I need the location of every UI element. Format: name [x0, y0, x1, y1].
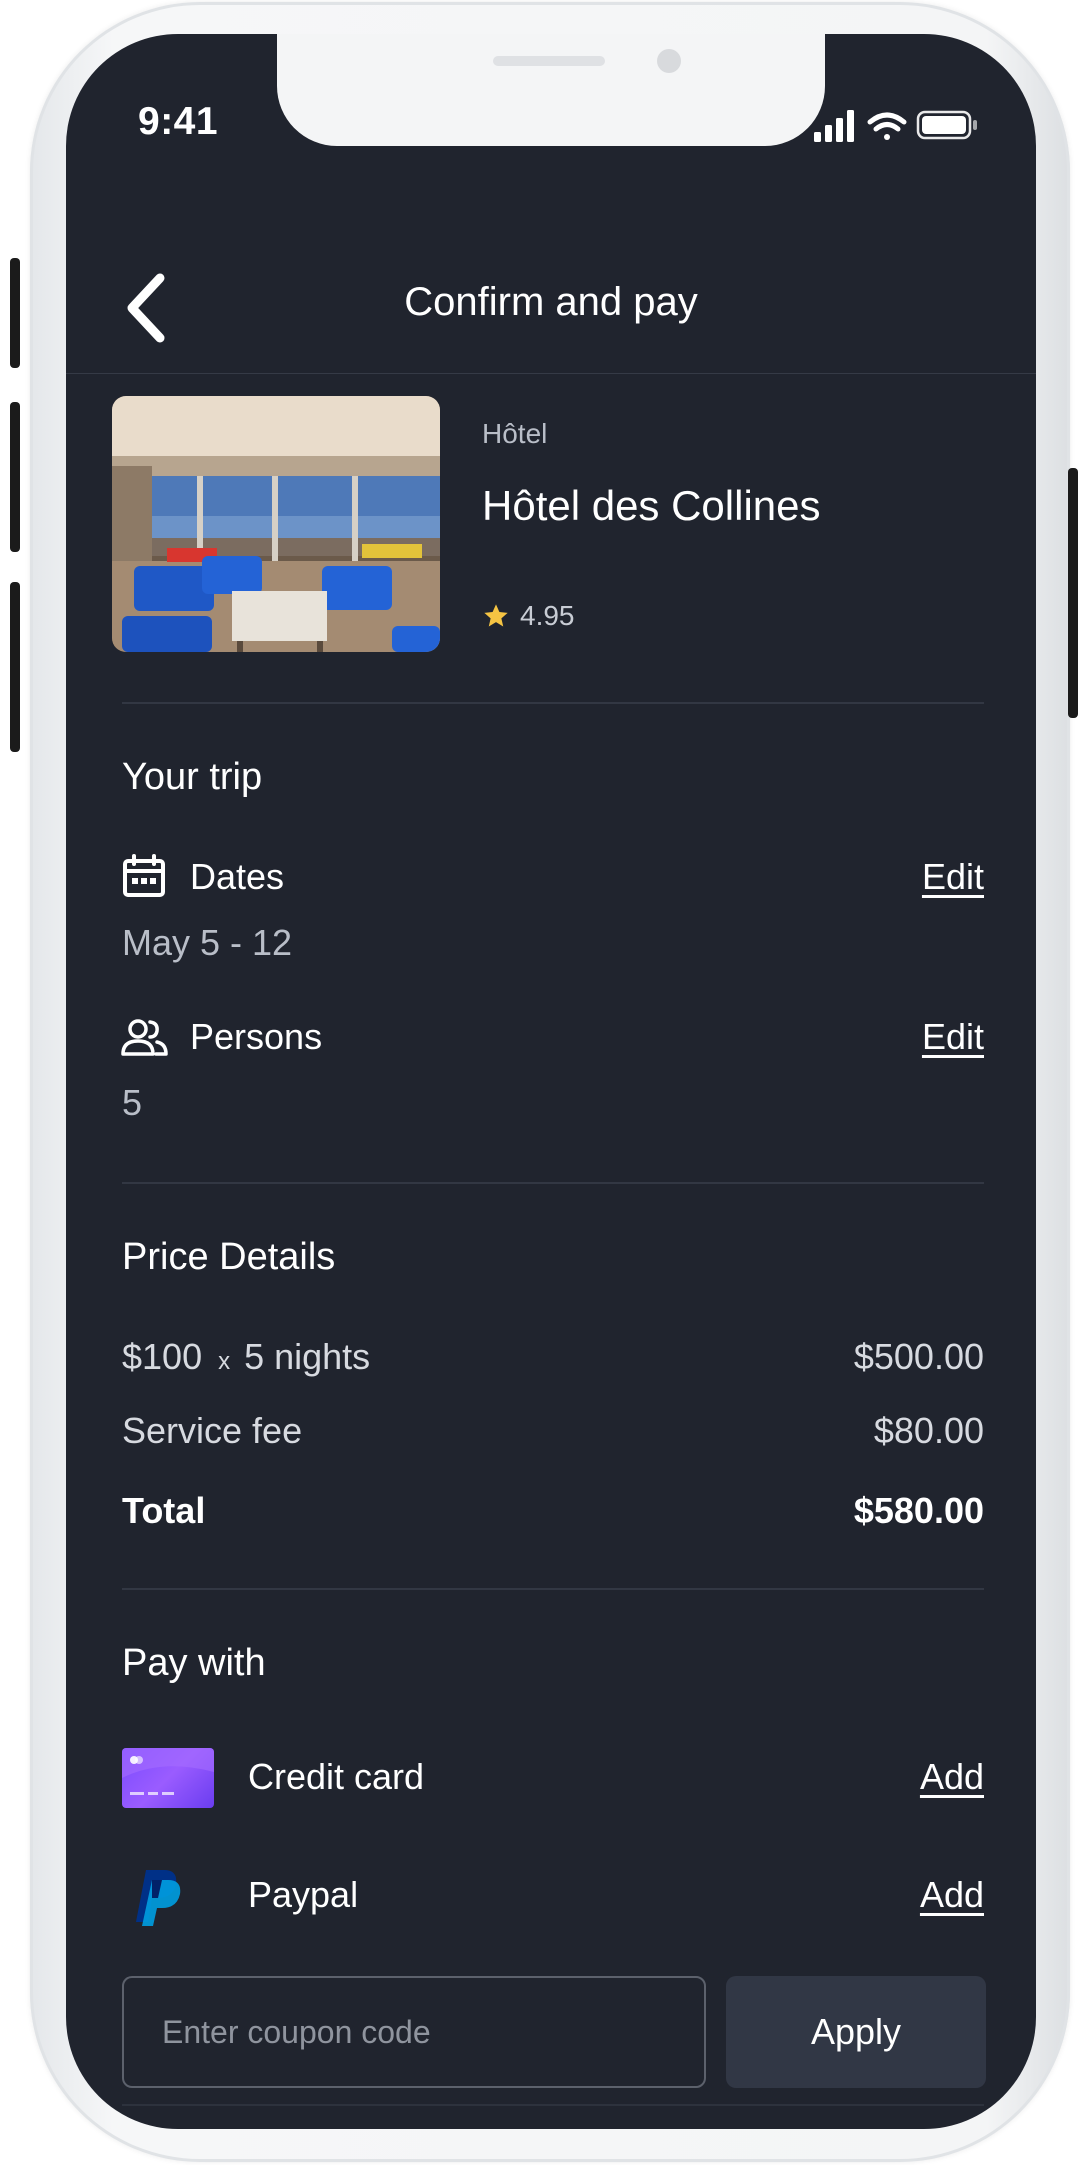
your-trip-title: Your trip [122, 756, 263, 798]
cellular-signal-icon [814, 110, 854, 142]
volume-down-button [10, 582, 20, 752]
divider [122, 702, 984, 704]
status-time: 9:41 [138, 100, 219, 143]
app-screen: 9:41 Confirm and pay Hôtel Hôtel des Col… [66, 34, 1036, 2129]
listing-name: Hôtel des Collines [482, 482, 821, 529]
persons-value: 5 [122, 1082, 143, 1123]
pay-with-title: Pay with [122, 1642, 266, 1684]
total-value: $580.00 [853, 1490, 984, 1531]
edit-persons-link[interactable]: Edit [922, 1016, 984, 1058]
multiply-sign: x [218, 1348, 231, 1375]
power-button [1068, 468, 1078, 718]
persons-label: Persons [190, 1016, 323, 1057]
paypal-label: Paypal [248, 1874, 359, 1915]
top-app-bar: Confirm and pay [66, 234, 1036, 374]
listing-type: Hôtel [482, 418, 548, 449]
edit-dates-link[interactable]: Edit [922, 856, 984, 898]
price-details-title: Price Details [122, 1236, 336, 1278]
status-icons [814, 110, 977, 142]
add-paypal-link[interactable]: Add [920, 1874, 984, 1916]
hotel-photo[interactable] [112, 396, 440, 652]
credit-card-icon [122, 1748, 214, 1808]
service-fee-label: Service fee [122, 1410, 303, 1451]
listing-rating: 4.95 [482, 600, 575, 632]
mute-switch [10, 258, 20, 368]
hotel-image [112, 396, 440, 652]
page-title: Confirm and pay [404, 280, 698, 324]
nights-count: 5 nights [244, 1336, 371, 1377]
coupon-code-input[interactable] [122, 1976, 706, 2088]
battery-icon [916, 110, 977, 140]
notch [277, 34, 825, 146]
speaker-grille [493, 56, 605, 66]
divider [122, 2104, 984, 2106]
dates-value: May 5 - 12 [122, 922, 293, 963]
divider [122, 1588, 984, 1590]
front-camera [657, 49, 681, 73]
dates-label: Dates [190, 856, 285, 897]
apply-coupon-button[interactable]: Apply [726, 1976, 986, 2088]
volume-up-button [10, 402, 20, 552]
nightly-rate: $100 [122, 1336, 203, 1377]
subtotal-value: $500.00 [853, 1336, 984, 1377]
wifi-icon [867, 112, 907, 140]
star-icon [484, 604, 508, 627]
people-icon [121, 1019, 168, 1056]
divider [122, 1182, 984, 1184]
credit-card-label: Credit card [248, 1756, 425, 1797]
service-fee-value: $80.00 [873, 1410, 984, 1451]
rating-value: 4.95 [520, 600, 575, 631]
calendar-icon [123, 854, 165, 897]
nightly-rate-row: $100 x 5 nights [122, 1336, 370, 1378]
total-label: Total [122, 1490, 206, 1531]
add-credit-card-link[interactable]: Add [920, 1756, 984, 1798]
paypal-icon [136, 1870, 181, 1926]
